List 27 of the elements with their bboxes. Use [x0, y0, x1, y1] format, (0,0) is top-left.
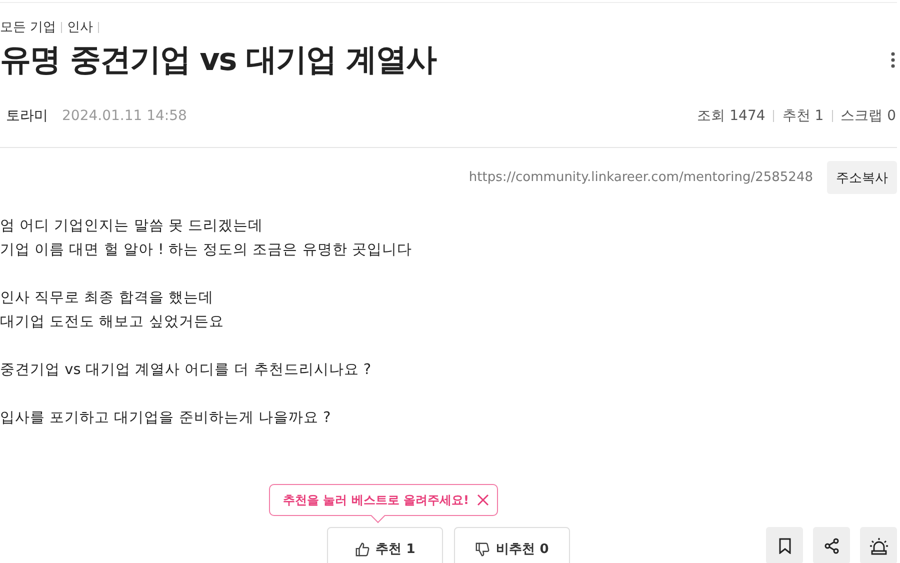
share-button[interactable]	[813, 527, 850, 563]
post-title: 유명 중견기업 vs 대기업 계열사	[0, 41, 436, 80]
copy-url-button[interactable]: 주소복사	[827, 161, 897, 194]
breadcrumb-item[interactable]: 모든 기업	[0, 18, 56, 36]
post-date: 2024.01.11 14:58	[62, 108, 187, 124]
thumbs-up-icon	[354, 542, 370, 556]
post-url: https://community.linkareer.com/mentoring/2585248	[468, 170, 813, 185]
stat-count: 조회 1474	[697, 107, 766, 125]
bookmark-icon	[778, 538, 792, 554]
close-icon[interactable]	[477, 494, 490, 506]
bookmark-button[interactable]	[766, 527, 803, 563]
stat-count: 스크랩 0	[840, 107, 896, 125]
recommend-button[interactable]: 추천 1	[327, 527, 443, 563]
body-paragraph: 중견기업 vs 대기업 계열사 어디를 더 추천드리시나요 ?	[0, 361, 372, 380]
report-button[interactable]	[860, 527, 897, 563]
not-recommend-button[interactable]: 비추천 0	[454, 527, 570, 563]
siren-icon	[868, 536, 888, 554]
body-paragraph: 인사 직무로 최종 합격을 했는데 대기업 도전도 해보고 싶었거든요	[0, 289, 224, 332]
tooltip-text: 추천을 눌러 베스트로 올려주세요!	[283, 492, 470, 508]
thumbs-down-icon	[475, 542, 490, 556]
author-name: 토라미	[6, 107, 48, 125]
more-options-icon[interactable]	[891, 51, 895, 69]
breadcrumb-item[interactable]: 인사	[67, 18, 94, 36]
share-icon	[824, 538, 840, 554]
body-paragraph: 입사를 포기하고 대기업을 준비하는게 나을까요 ?	[0, 409, 331, 428]
stat-count: 추천 1	[782, 107, 824, 125]
body-paragraph: 엄 어디 기업인지는 말씀 못 드리겠는데 기업 이름 대면 헐 알아 ! 하는 정도의 조금은 유명한 곳입니다	[0, 217, 412, 260]
